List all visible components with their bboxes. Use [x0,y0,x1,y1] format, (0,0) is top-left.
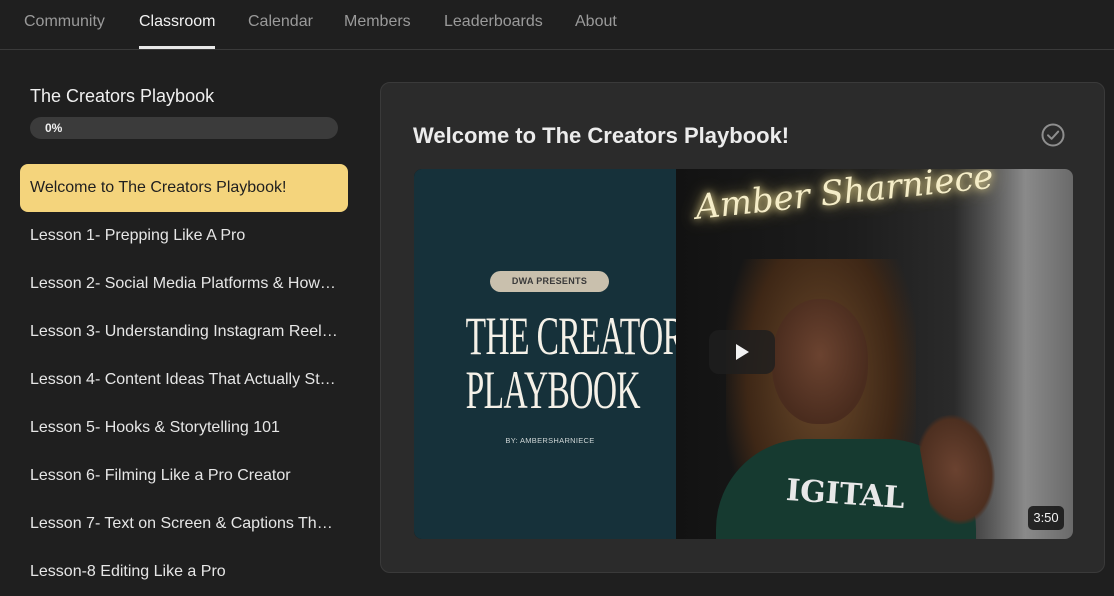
presenter-face [772,299,868,424]
tab-about[interactable]: About [575,0,617,49]
video-duration: 3:50 [1028,506,1064,530]
lesson-content-card: Welcome to The Creators Playbook! DWA PR… [380,82,1105,573]
lesson-item-1[interactable]: Lesson 1- Prepping Like A Pro [20,212,348,260]
progress-label: 0% [45,121,63,135]
play-icon [736,344,749,360]
presenter-badge: DWA PRESENTS [490,271,609,292]
lesson-item-welcome[interactable]: Welcome to The Creators Playbook! [20,164,348,212]
lesson-title: Welcome to The Creators Playbook! [413,123,790,148]
check-circle-icon[interactable] [1041,123,1065,147]
tab-members[interactable]: Members [344,0,411,49]
lesson-item-5[interactable]: Lesson 5- Hooks & Storytelling 101 [20,404,348,452]
lesson-item-7[interactable]: Lesson 7- Text on Screen & Captions That… [20,500,348,548]
course-title: The Creators Playbook [30,86,215,106]
thumbnail-byline: BY: AMBERSHARNIECE [505,436,595,445]
tab-classroom[interactable]: Classroom [139,0,216,49]
lesson-item-2[interactable]: Lesson 2- Social Media Platforms & How T… [20,260,348,308]
lesson-item-8[interactable]: Lesson-8 Editing Like a Pro [20,548,348,596]
lesson-item-4[interactable]: Lesson 4- Content Ideas That Actually St… [20,356,348,404]
lesson-item-3[interactable]: Lesson 3- Understanding Instagram Reels … [20,308,348,356]
tab-leaderboards[interactable]: Leaderboards [444,0,543,49]
lesson-item-6[interactable]: Lesson 6- Filming Like a Pro Creator [20,452,348,500]
course-progress-bar: 0% [30,117,338,139]
tab-calendar[interactable]: Calendar [248,0,313,49]
video-player[interactable]: DWA PRESENTS THE CREATORS PLAYBOOK BY: A… [414,169,1073,539]
thumbnail-title-line-1: THE CREATORS [465,306,703,366]
neon-sign: Amber Sharniece [693,169,996,228]
play-button[interactable] [709,330,775,374]
top-nav: Community Classroom Calendar Members Lea… [0,0,1114,50]
video-thumbnail-title-panel: DWA PRESENTS THE CREATORS PLAYBOOK BY: A… [414,169,703,539]
thumbnail-title-line-2: PLAYBOOK [465,360,641,420]
tab-community[interactable]: Community [24,0,105,49]
